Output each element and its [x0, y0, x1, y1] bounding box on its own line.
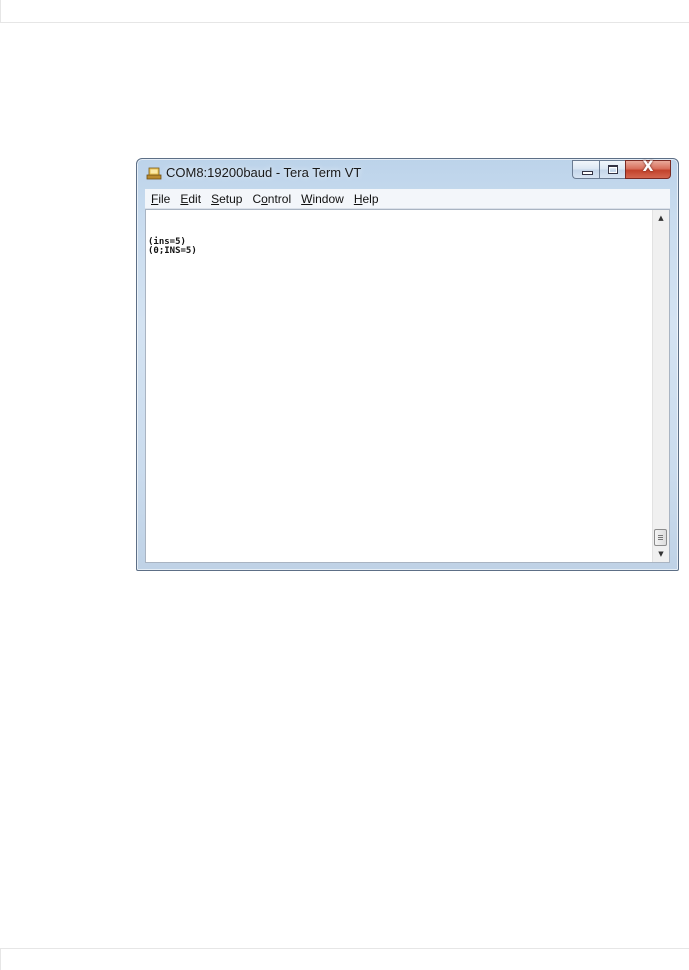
menu-edit-rest: dit — [188, 191, 202, 206]
menu-bar: File Edit Setup Control Window Help — [145, 189, 670, 209]
menu-control-pre: C — [252, 191, 262, 206]
minimize-button[interactable] — [572, 160, 599, 179]
terminal-line: (0;INS=5) — [148, 246, 197, 256]
maximize-button[interactable] — [599, 160, 625, 179]
menu-help-rest: elp — [362, 191, 379, 206]
terminal-output: (ins=5) (0;INS=5) — [148, 238, 197, 256]
scroll-down-arrow-icon[interactable]: ▼ — [653, 546, 669, 562]
menu-setup[interactable]: Setup — [207, 192, 246, 206]
menu-control[interactable]: Control — [248, 192, 295, 206]
minimize-icon — [582, 171, 593, 175]
page-top-left-rule — [0, 0, 1, 23]
tera-term-window: COM8:19200baud - Tera Term VT X File Edi… — [136, 158, 679, 571]
terminal-area[interactable]: (ins=5) (0;INS=5) ▲ ▼ — [145, 209, 670, 563]
close-icon: X — [642, 159, 654, 175]
menu-file[interactable]: File — [147, 192, 174, 206]
scroll-up-arrow-icon[interactable]: ▲ — [653, 210, 669, 226]
page-bottom-left-rule — [0, 948, 1, 970]
menu-file-rest: ile — [158, 191, 171, 206]
menu-window[interactable]: Window — [297, 192, 348, 206]
menu-setup-rest: etup — [219, 191, 243, 206]
menu-window-accel: W — [301, 191, 313, 206]
caption-buttons: X — [572, 159, 671, 180]
vertical-scrollbar[interactable]: ▲ ▼ — [652, 210, 669, 562]
menu-edit[interactable]: Edit — [176, 192, 205, 206]
maximize-icon — [608, 165, 618, 174]
menu-help-accel: H — [353, 191, 363, 206]
menu-setup-accel: S — [211, 191, 220, 206]
menu-control-rest: ntrol — [267, 191, 292, 206]
close-button[interactable]: X — [625, 159, 671, 179]
page-top-rule — [0, 22, 689, 23]
title-bar[interactable]: COM8:19200baud - Tera Term VT X — [137, 159, 678, 187]
tera-term-app-icon[interactable] — [146, 166, 162, 180]
menu-window-rest: indow — [312, 191, 344, 206]
thumb-grip-icon — [658, 535, 663, 536]
menu-help[interactable]: Help — [350, 192, 383, 206]
menu-control-accel: o — [261, 191, 268, 206]
window-title: COM8:19200baud - Tera Term VT — [166, 165, 362, 180]
scroll-thumb[interactable] — [654, 529, 667, 546]
page-bottom-rule — [0, 948, 689, 949]
